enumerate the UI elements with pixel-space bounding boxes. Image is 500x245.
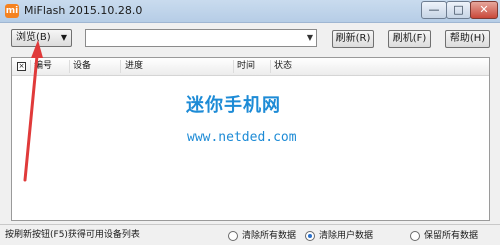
- miflash-window: mi MiFlash 2015.10.28.0 — □ ✕ 浏览(B) ▼ ▼ …: [0, 0, 500, 245]
- annotation-arrow-shaft: [23, 54, 39, 182]
- annotation-arrow: [23, 40, 43, 182]
- annotation-arrow-head: [31, 40, 43, 58]
